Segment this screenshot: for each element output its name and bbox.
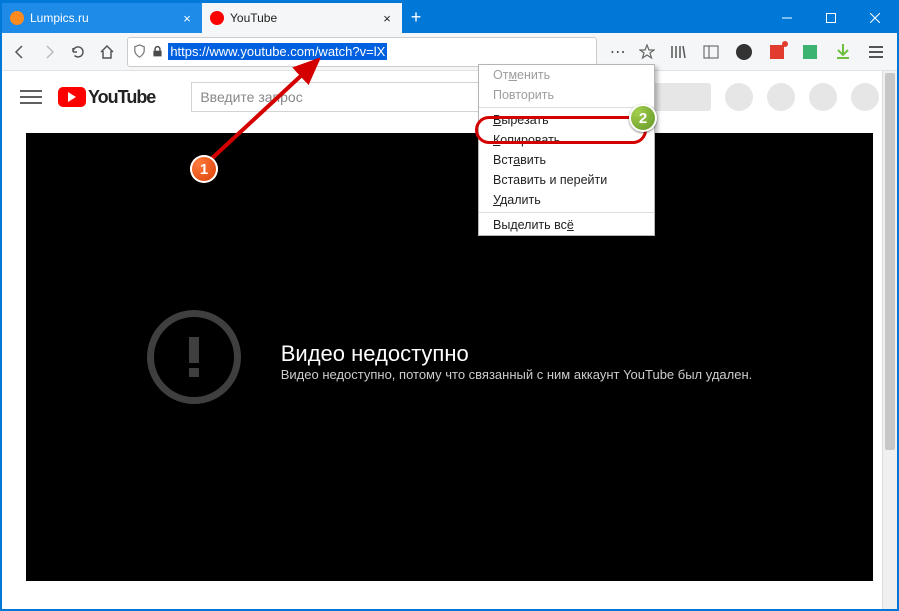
annotation-marker-1: 1: [190, 155, 218, 183]
youtube-logo-text: YouTube: [88, 87, 155, 108]
annotation-marker-2: 2: [629, 104, 657, 132]
extension-icon-4[interactable]: [828, 37, 858, 67]
tab-lumpics[interactable]: Lumpics.ru ×: [2, 3, 202, 33]
ctx-select-all[interactable]: Выделить всё: [479, 215, 654, 235]
page-actions-icon[interactable]: ⋯: [605, 37, 630, 67]
youtube-logo[interactable]: YouTube: [58, 87, 155, 108]
video-player-error: Видео недоступно Видео недоступно, потом…: [26, 133, 873, 581]
extension-icon-1[interactable]: [729, 37, 759, 67]
exclamation-icon: [147, 310, 241, 404]
hamburger-menu-icon[interactable]: [20, 86, 42, 108]
address-bar-context-menu: Отменить Повторить Вырезать Копировать В…: [478, 64, 655, 236]
lock-icon: [151, 45, 164, 58]
annotation-arrow: [198, 52, 338, 172]
error-text: Видео недоступно, потому что связанный с…: [281, 367, 753, 382]
scrollbar-thumb[interactable]: [885, 73, 895, 450]
tab-close-icon[interactable]: ×: [180, 11, 194, 25]
tab-close-icon[interactable]: ×: [380, 11, 394, 25]
favicon-youtube: [210, 11, 224, 25]
new-tab-button[interactable]: +: [402, 2, 430, 33]
shield-icon: [132, 44, 147, 59]
ctx-paste[interactable]: Вставить: [479, 150, 654, 170]
forward-button[interactable]: [37, 37, 62, 67]
favicon-lumpics: [10, 11, 24, 25]
error-title: Видео недоступно: [281, 341, 753, 367]
header-placeholders: [631, 83, 879, 111]
ctx-redo[interactable]: Повторить: [479, 85, 654, 105]
placeholder-circle: [809, 83, 837, 111]
ctx-delete[interactable]: Удалить: [479, 190, 654, 210]
tab-youtube[interactable]: YouTube ×: [202, 3, 402, 33]
app-menu-button[interactable]: [861, 37, 891, 67]
youtube-play-icon: [58, 87, 86, 107]
page-viewport: YouTube Введите запрос Видео недоступно …: [2, 71, 897, 609]
annotation-highlight-copy: [475, 116, 647, 144]
browser-toolbar: https://www.youtube.com/watch?v=lX ⋯: [2, 33, 897, 71]
youtube-header: YouTube Введите запрос: [2, 71, 897, 123]
tab-title: YouTube: [230, 11, 374, 25]
library-icon[interactable]: [663, 37, 693, 67]
tab-title: Lumpics.ru: [30, 11, 174, 25]
extension-icon-2[interactable]: [762, 37, 792, 67]
browser-titlebar: Lumpics.ru × YouTube × +: [2, 2, 897, 33]
bookmark-star-icon[interactable]: [634, 37, 659, 67]
window-minimize-button[interactable]: [765, 2, 809, 33]
toolbar-right: [663, 37, 891, 67]
window-close-button[interactable]: [853, 2, 897, 33]
reload-button[interactable]: [66, 37, 91, 67]
placeholder-circle: [725, 83, 753, 111]
window-maximize-button[interactable]: [809, 2, 853, 33]
ctx-undo[interactable]: Отменить: [479, 65, 654, 85]
home-button[interactable]: [94, 37, 119, 67]
ctx-paste-go[interactable]: Вставить и перейти: [479, 170, 654, 190]
sidebar-icon[interactable]: [696, 37, 726, 67]
placeholder-circle: [767, 83, 795, 111]
placeholder-circle: [851, 83, 879, 111]
extension-icon-3[interactable]: [795, 37, 825, 67]
back-button[interactable]: [8, 37, 33, 67]
vertical-scrollbar[interactable]: [882, 71, 897, 609]
